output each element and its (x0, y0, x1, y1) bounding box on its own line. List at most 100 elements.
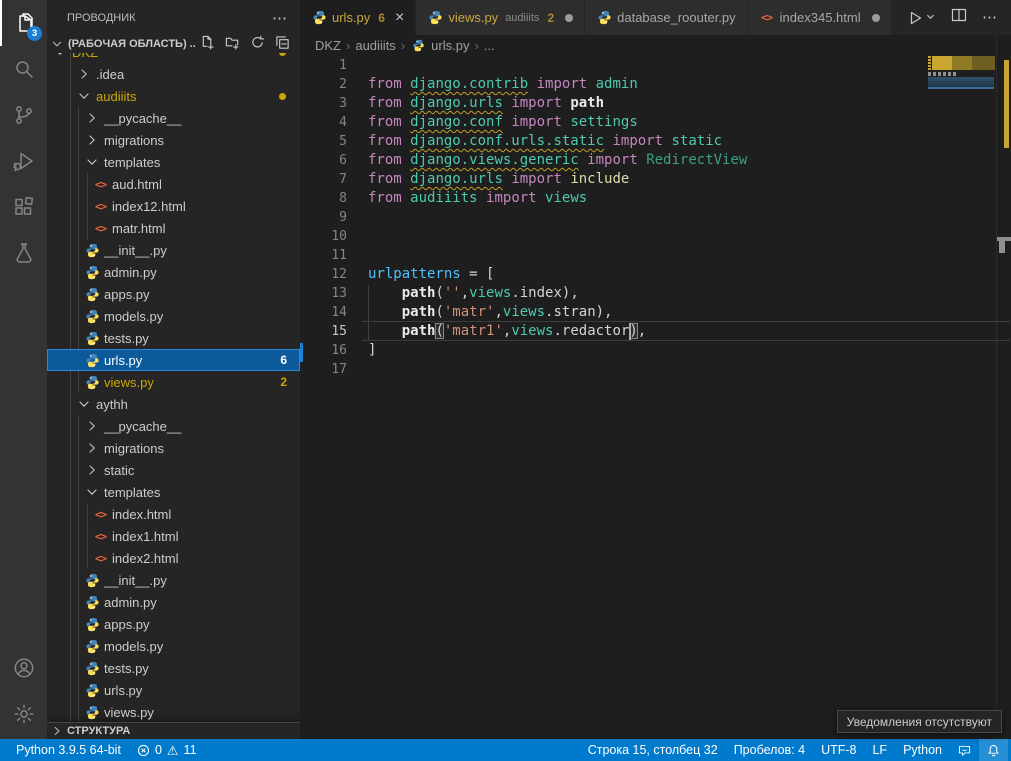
run-button[interactable] (907, 9, 936, 27)
tab-index345-html[interactable]: <>index345.html (748, 0, 892, 35)
tree-item-index-html[interactable]: <>index.html (47, 503, 300, 525)
tree-item-idea[interactable]: .idea (47, 63, 300, 85)
tab-database-roouter-py[interactable]: database_roouter.py (585, 0, 748, 35)
activity-accounts[interactable] (0, 645, 47, 691)
code-text (347, 227, 368, 246)
tree-item-views-py[interactable]: views.py2 (47, 371, 300, 393)
code-line-6[interactable]: 6from django.views.generic import Redire… (300, 151, 997, 170)
code-line-7[interactable]: 7from django.urls import include (300, 170, 997, 189)
tree-item-templates[interactable]: templates (47, 481, 300, 503)
tree-item-models-py[interactable]: models.py (47, 305, 300, 327)
activity-testing[interactable] (0, 230, 47, 276)
tree-item-migrations[interactable]: migrations (47, 129, 300, 151)
tree-item-admin-py[interactable]: admin.py (47, 261, 300, 283)
code-line-2[interactable]: 2from django.contrib import admin (300, 75, 997, 94)
breadcrumb-item-dkz[interactable]: DKZ (315, 38, 341, 53)
tree-item-urls-py[interactable]: urls.py (47, 679, 300, 701)
status-eol[interactable]: LF (864, 739, 895, 761)
modified-dot-icon[interactable] (565, 14, 573, 22)
tree-item-init-py[interactable]: __init__.py (47, 239, 300, 261)
breadcrumb-item-item[interactable]: ... (484, 38, 495, 53)
tree-item-templates[interactable]: templates (47, 151, 300, 173)
tree-item-label: urls.py (104, 683, 142, 698)
breadcrumb-item-audiiits[interactable]: audiiits (355, 38, 395, 53)
code-line-14[interactable]: 14 path('matr',views.stran), (300, 303, 997, 322)
scrollbar-thumb[interactable] (999, 241, 1005, 253)
status-cursor-position[interactable]: Строка 15, столбец 32 (580, 739, 726, 761)
activity-source-control[interactable] (0, 92, 47, 138)
line-number: 13 (300, 284, 347, 303)
tree-item-admin-py[interactable]: admin.py (47, 591, 300, 613)
tree-item-apps-py[interactable]: apps.py (47, 613, 300, 635)
tree-item-pycache[interactable]: __pycache__ (47, 415, 300, 437)
code-line-13[interactable]: 13 path('',views.index), (300, 284, 997, 303)
more-actions-button[interactable]: ⋯ (982, 8, 998, 27)
tab-urls-py[interactable]: urls.py6× (300, 0, 416, 35)
code-line-15[interactable]: 15 path('matr1',views.redactor), (300, 322, 997, 341)
tree-item-init-py[interactable]: __init__.py (47, 569, 300, 591)
code-line-5[interactable]: 5from django.conf.urls.static import sta… (300, 132, 997, 151)
activity-explorer[interactable]: 3 (0, 0, 47, 46)
code-line-1[interactable]: 1 (300, 56, 997, 75)
tree-item-matr-html[interactable]: <>matr.html (47, 217, 300, 239)
activity-extensions[interactable] (0, 184, 47, 230)
workspace-section-header[interactable]: (РАБОЧАЯ ОБЛАСТЬ) ... (47, 35, 300, 53)
outline-section-header[interactable]: СТРУКТУРА (47, 722, 300, 739)
close-icon[interactable]: × (395, 10, 404, 26)
code-line-16[interactable]: 16] (300, 341, 997, 360)
explorer-more-actions-icon[interactable]: ⋯ (272, 9, 288, 27)
tree-item-models-py[interactable]: models.py (47, 635, 300, 657)
tree-item-aud-html[interactable]: <>aud.html (47, 173, 300, 195)
extensions-icon (12, 195, 36, 219)
code-line-9[interactable]: 9 (300, 208, 997, 227)
tree-item-index2-html[interactable]: <>index2.html (47, 547, 300, 569)
activity-manage[interactable] (0, 691, 47, 737)
line-number: 14 (300, 303, 347, 322)
status-indentation[interactable]: Пробелов: 4 (726, 739, 813, 761)
feedback-button[interactable] (950, 739, 979, 761)
tree-item-label: urls.py (104, 353, 142, 368)
status-encoding[interactable]: UTF-8 (813, 739, 864, 761)
action-new-file[interactable] (200, 35, 215, 53)
code-line-11[interactable]: 11 (300, 246, 997, 265)
breadcrumb-item-urls-py[interactable]: urls.py (410, 38, 469, 53)
tree-item-migrations[interactable]: migrations (47, 437, 300, 459)
modified-dot-icon[interactable] (872, 14, 880, 22)
tree-item-audiiits[interactable]: audiiits (47, 85, 300, 107)
action-new-folder[interactable] (225, 35, 240, 53)
notifications-bell-button[interactable] (979, 739, 1008, 761)
code-line-12[interactable]: 12urlpatterns = [ (300, 265, 997, 284)
tree-item-index12-html[interactable]: <>index12.html (47, 195, 300, 217)
code-line-17[interactable]: 17 (300, 360, 997, 379)
split-editor-button[interactable] (951, 7, 967, 28)
tree-item-apps-py[interactable]: apps.py (47, 283, 300, 305)
tree-item-aythh[interactable]: aythh (47, 393, 300, 415)
tree-item-label: migrations (104, 133, 164, 148)
activity-run-and-debug[interactable] (0, 138, 47, 184)
code-line-10[interactable]: 10 (300, 227, 997, 246)
tree-item-urls-py[interactable]: urls.py6 (47, 349, 300, 371)
code-line-3[interactable]: 3from django.urls import path (300, 94, 997, 113)
tree-item-dkz[interactable]: DKZ (47, 53, 300, 63)
action-collapse-all[interactable] (275, 35, 290, 53)
code-line-8[interactable]: 8from audiiits import views (300, 189, 997, 208)
problems-status[interactable]: 0⚠11 (129, 739, 205, 761)
tree-item-tests-py[interactable]: tests.py (47, 327, 300, 349)
status-language-mode[interactable]: Python (895, 739, 950, 761)
tab-views-py[interactable]: views.pyaudiiits2 (416, 0, 585, 35)
code-editor[interactable]: 12from django.contrib import admin3from … (300, 55, 997, 739)
tree-item-label: migrations (104, 441, 164, 456)
tree-item-label: views.py (104, 705, 154, 720)
tree-item-static[interactable]: static (47, 459, 300, 481)
tree-item-views-py[interactable]: views.py (47, 701, 300, 722)
tree-item-pycache[interactable]: __pycache__ (47, 107, 300, 129)
python-interpreter-status[interactable]: Python 3.9.5 64-bit (8, 739, 129, 761)
action-refresh[interactable] (250, 35, 265, 53)
tree-item-index1-html[interactable]: <>index1.html (47, 525, 300, 547)
activity-search[interactable] (0, 46, 47, 92)
chevron-right-icon (84, 418, 101, 434)
tree-item-tests-py[interactable]: tests.py (47, 657, 300, 679)
line-number: 17 (300, 360, 347, 379)
code-line-4[interactable]: 4from django.conf import settings (300, 113, 997, 132)
tab-problems-badge: 2 (547, 11, 554, 25)
